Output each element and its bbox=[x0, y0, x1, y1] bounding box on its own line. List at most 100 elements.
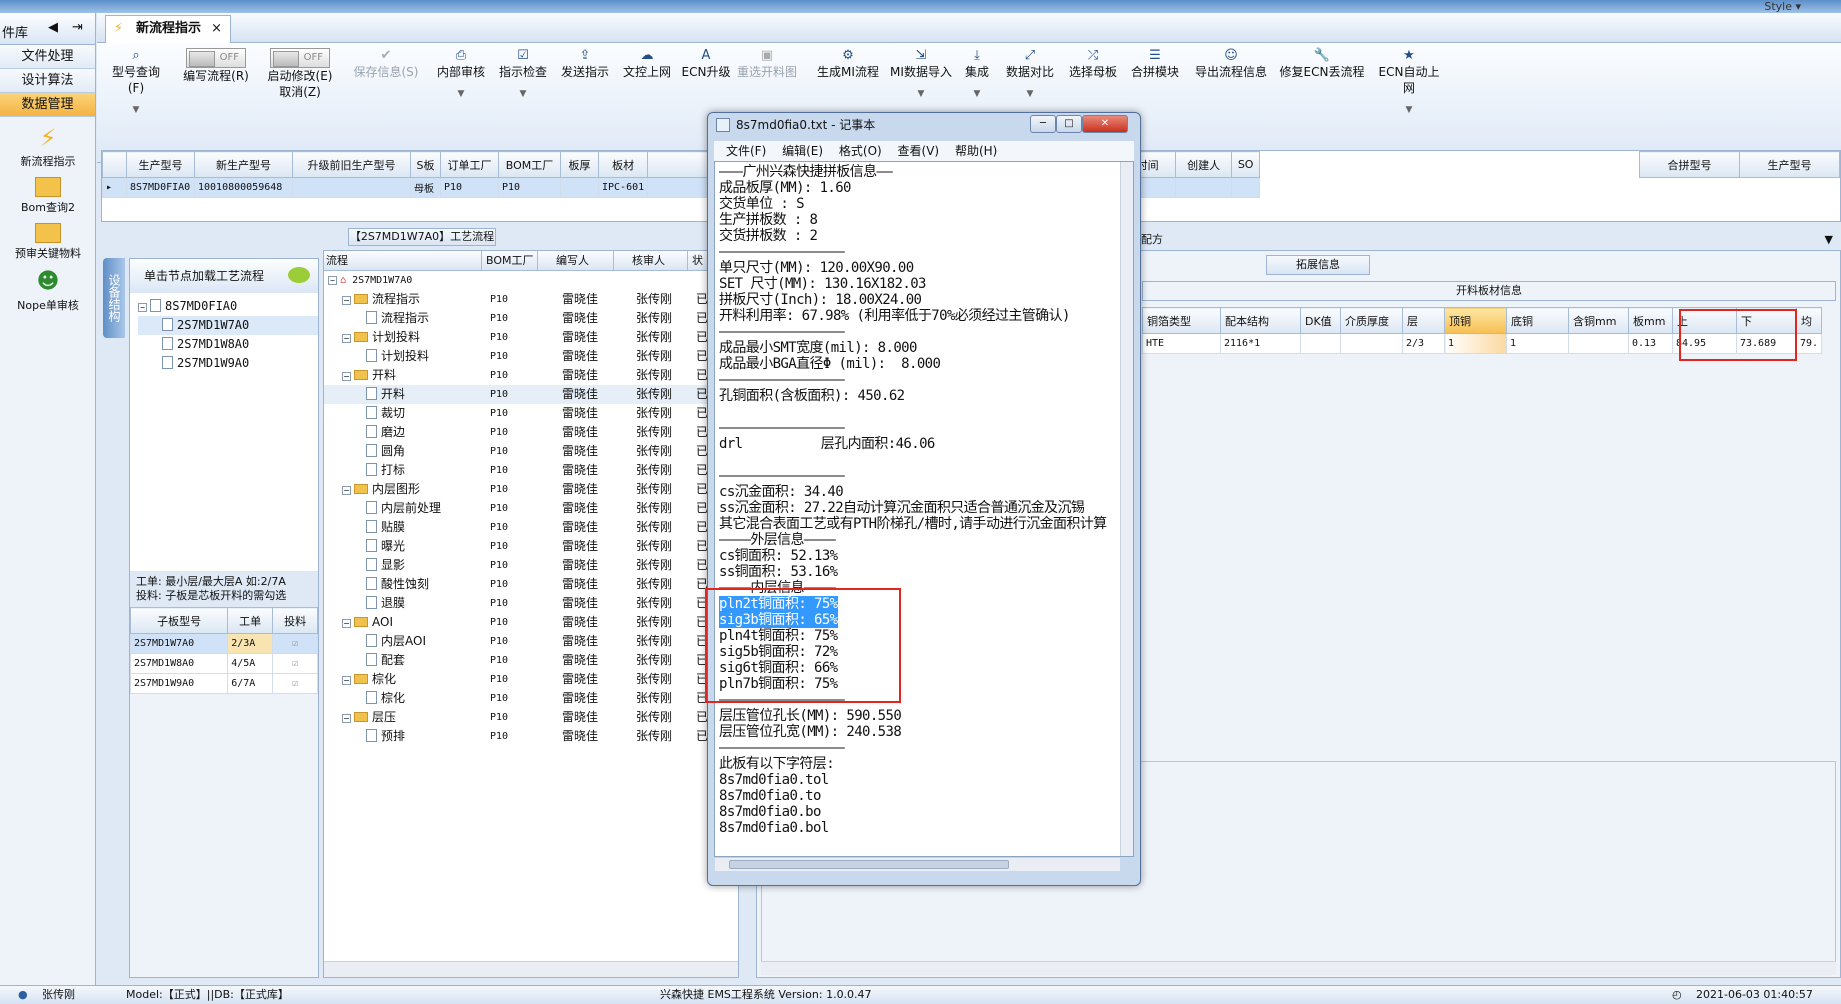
notepad-window[interactable]: 8s7md0fia0.txt - 记事本 ─ □ ✕ 文件(F) 编辑(E) 格… bbox=[705, 112, 1141, 886]
flow-row[interactable]: 内层前处理 P10 雷晓佳 张传刚已 bbox=[324, 499, 738, 518]
expand-icon[interactable]: − bbox=[342, 372, 351, 381]
flow-root-node[interactable]: − ⌂ 2S7MD1W7A0 bbox=[324, 271, 738, 290]
reviewer-cell[interactable]: 张传刚 bbox=[614, 328, 688, 347]
sidebar-item-preaudit[interactable]: 预审关键物料 bbox=[0, 223, 96, 261]
cell[interactable]: P10 bbox=[498, 177, 561, 198]
flow-name-cell[interactable]: 配套 bbox=[324, 651, 482, 670]
reviewer-cell[interactable]: 张传刚 bbox=[614, 442, 688, 461]
flow-name-cell[interactable]: 贴膜 bbox=[324, 518, 482, 537]
column-header[interactable]: 升级前旧生产型号 bbox=[292, 151, 411, 178]
flow-row[interactable]: − 开料 P10 雷晓佳 张传刚已 bbox=[324, 366, 738, 385]
instruction-check-button[interactable]: ☑ 指示检查 ▼ bbox=[495, 48, 551, 102]
cell[interactable]: 4/5A bbox=[227, 653, 274, 674]
bom-cell[interactable]: P10 bbox=[482, 290, 538, 309]
vertical-tab-equipment[interactable]: 设备结构 bbox=[103, 258, 125, 338]
flow-row[interactable]: 磨边 P10 雷晓佳 张传刚已 bbox=[324, 423, 738, 442]
scroll-thumb[interactable] bbox=[729, 860, 1009, 869]
cell[interactable]: P10 bbox=[440, 177, 499, 198]
start-modify-toggle[interactable]: OFF 启动修改(E) 取消(Z) bbox=[265, 48, 335, 100]
flow-row[interactable]: 酸性蚀刻 P10 雷晓佳 张传刚已 bbox=[324, 575, 738, 594]
cancel-label[interactable]: 取消(Z) bbox=[279, 85, 321, 99]
column-header[interactable]: DK值 bbox=[1300, 307, 1341, 334]
integrate-button[interactable]: ⤓ 集成 ▼ bbox=[959, 48, 995, 102]
flow-row[interactable]: 配套 P10 雷晓佳 张传刚已 bbox=[324, 651, 738, 670]
writer-cell[interactable]: 雷晓佳 bbox=[538, 575, 614, 594]
reviewer-cell[interactable]: 张传刚 bbox=[614, 480, 688, 499]
sidebar-item-nope-audit[interactable]: ☻ Nope单审核 bbox=[0, 269, 96, 313]
flow-name-cell[interactable]: 计划投料 bbox=[324, 347, 482, 366]
writer-cell[interactable]: 雷晓佳 bbox=[538, 347, 614, 366]
flow-row[interactable]: − 计划投料 P10 雷晓佳 张传刚已 bbox=[324, 328, 738, 347]
chevron-down-icon[interactable]: ▼ bbox=[1825, 230, 1833, 250]
bom-cell[interactable]: P10 bbox=[482, 480, 538, 499]
column-header[interactable]: BOM工厂 bbox=[498, 151, 561, 178]
tab-extended-info[interactable]: 拓展信息 bbox=[1266, 255, 1370, 275]
reviewer-cell[interactable]: 张传刚 bbox=[614, 404, 688, 423]
reviewer-cell[interactable]: 张传刚 bbox=[614, 461, 688, 480]
flow-name-cell[interactable]: 圆角 bbox=[324, 442, 482, 461]
column-header[interactable]: BOM工厂 bbox=[482, 251, 538, 270]
flow-row[interactable]: 棕化 P10 雷晓佳 张传刚已 bbox=[324, 689, 738, 708]
column-header[interactable]: 子板型号 bbox=[129, 607, 229, 634]
flow-name-cell[interactable]: 酸性蚀刻 bbox=[324, 575, 482, 594]
cell[interactable]: 2S7MD1W8A0 bbox=[129, 653, 229, 674]
expand-icon[interactable]: − bbox=[342, 714, 351, 723]
reviewer-cell[interactable]: 张传刚 bbox=[614, 366, 688, 385]
flow-name-cell[interactable]: − 流程指示 bbox=[324, 290, 482, 309]
reviewer-cell[interactable]: 张传刚 bbox=[614, 290, 688, 309]
flow-name-cell[interactable]: 预排 bbox=[324, 727, 482, 746]
column-header[interactable]: 含铜mm bbox=[1568, 307, 1629, 334]
bom-cell[interactable]: P10 bbox=[482, 385, 538, 404]
column-header[interactable]: 新生产型号 bbox=[194, 151, 293, 178]
flow-row[interactable]: − AOI P10 雷晓佳 张传刚已 bbox=[324, 613, 738, 632]
writer-cell[interactable]: 雷晓佳 bbox=[538, 404, 614, 423]
tree-node[interactable]: 2S7MD1W9A0 bbox=[138, 354, 318, 373]
tab-new-flow[interactable]: ⚡ 新流程指示 × bbox=[105, 15, 231, 43]
column-header[interactable]: 底铜 bbox=[1506, 307, 1569, 334]
reselect-cut-button[interactable]: ▣ 重选开料图 bbox=[735, 48, 799, 80]
horizontal-scrollbar[interactable] bbox=[761, 961, 1836, 975]
flow-name-cell[interactable]: − AOI bbox=[324, 613, 482, 632]
table-row[interactable]: 2S7MD1W7A0 2/3A ☑ bbox=[129, 633, 318, 654]
flow-name-cell[interactable]: − 棕化 bbox=[324, 670, 482, 689]
column-header[interactable]: 配本结构 bbox=[1220, 307, 1301, 334]
cell[interactable] bbox=[1568, 333, 1629, 354]
column-header[interactable]: 核审人 bbox=[614, 251, 688, 270]
cell[interactable]: 8S7MD0FIA0 bbox=[126, 177, 195, 198]
reviewer-cell[interactable]: 张传刚 bbox=[614, 499, 688, 518]
flow-row[interactable]: − 棕化 P10 雷晓佳 张传刚已 bbox=[324, 670, 738, 689]
cell[interactable] bbox=[1231, 177, 1261, 198]
bom-cell[interactable]: P10 bbox=[482, 461, 538, 480]
flow-row[interactable]: 圆角 P10 雷晓佳 张传刚已 bbox=[324, 442, 738, 461]
sidebar-item-bom[interactable]: Bom查询2 bbox=[0, 177, 96, 215]
ecn-auto-online-button[interactable]: ★ ECN自动上网 ▼ bbox=[1373, 48, 1445, 118]
flow-name-cell[interactable]: 裁切 bbox=[324, 404, 482, 423]
tree-node[interactable]: 2S7MD1W8A0 bbox=[138, 335, 318, 354]
merge-module-button[interactable]: ☰ 合拼模块 bbox=[1127, 48, 1183, 80]
export-flow-button[interactable]: ☺ 导出流程信息 bbox=[1191, 48, 1271, 80]
column-header[interactable]: 板mm bbox=[1628, 307, 1673, 334]
cell[interactable]: 2/3A bbox=[227, 633, 274, 654]
notepad-text-area[interactable]: ———广州兴森快捷拼板信息—— 成品板厚(MM): 1.60 交货单位 : S 生产拼… bbox=[714, 161, 1134, 857]
flow-name-cell[interactable]: 显影 bbox=[324, 556, 482, 575]
writer-cell[interactable]: 雷晓佳 bbox=[538, 537, 614, 556]
cell[interactable] bbox=[560, 177, 599, 198]
save-info-button[interactable]: ✔ 保存信息(S) bbox=[351, 48, 421, 80]
cell[interactable] bbox=[1340, 333, 1403, 354]
tree-node-root[interactable]: −8S7MD0FIA0 bbox=[138, 297, 318, 316]
reviewer-cell[interactable]: 张传刚 bbox=[614, 347, 688, 366]
writer-cell[interactable]: 雷晓佳 bbox=[538, 309, 614, 328]
writer-cell[interactable]: 雷晓佳 bbox=[538, 670, 614, 689]
writer-cell[interactable]: 雷晓佳 bbox=[538, 461, 614, 480]
bom-cell[interactable]: P10 bbox=[482, 613, 538, 632]
reviewer-cell[interactable]: 张传刚 bbox=[614, 385, 688, 404]
flow-row[interactable]: 打标 P10 雷晓佳 张传刚已 bbox=[324, 461, 738, 480]
bom-cell[interactable]: P10 bbox=[482, 499, 538, 518]
bom-cell[interactable]: P10 bbox=[482, 670, 538, 689]
reviewer-cell[interactable]: 张传刚 bbox=[614, 518, 688, 537]
vertical-scrollbar[interactable] bbox=[1120, 162, 1133, 856]
column-header[interactable]: 工单 bbox=[227, 607, 274, 634]
flow-name-cell[interactable]: 棕化 bbox=[324, 689, 482, 708]
flow-name-cell[interactable]: 曝光 bbox=[324, 537, 482, 556]
nav-exit-icon[interactable]: ⇥ bbox=[72, 20, 83, 35]
